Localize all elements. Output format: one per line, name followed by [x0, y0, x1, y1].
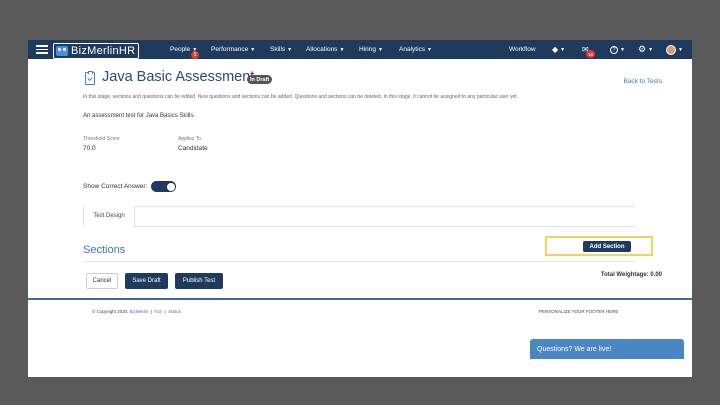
nav-skills[interactable]: Skills ▼: [270, 40, 292, 59]
nav-analytics[interactable]: Analytics ▼: [399, 40, 432, 59]
personalize-footer-text: PERSONALIZE YOUR FOOTER HERE: [539, 309, 619, 314]
layers-menu[interactable]: ◆ ▼: [552, 40, 565, 59]
applies-to-value: Candidate: [178, 145, 208, 152]
layers-icon: ◆: [552, 45, 559, 54]
tos-link[interactable]: ToS: [154, 309, 162, 314]
help-icon: ?: [610, 45, 618, 54]
nav-people-label: People: [170, 46, 191, 53]
clipboard-check-icon: [85, 70, 95, 85]
test-description: An assessment test for Java Basics Skill…: [83, 113, 196, 119]
people-notification-badge: 3: [191, 51, 199, 59]
cancel-button[interactable]: Cancel: [86, 273, 118, 289]
user-menu[interactable]: ▼: [666, 40, 683, 59]
chevron-down-icon: ▼: [377, 46, 383, 53]
nav-analytics-label: Analytics: [399, 46, 426, 53]
logo-icon: [56, 45, 68, 56]
status-badge: In Draft: [247, 75, 273, 84]
brand-name: BizMerlinHR: [71, 44, 136, 57]
threshold-score-label: Threshold Score: [83, 136, 120, 142]
avatar: [666, 44, 676, 55]
live-chat-widget[interactable]: Questions? We are live!: [530, 339, 684, 359]
chevron-down-icon: ▼: [620, 46, 625, 53]
threshold-score-value: 70.0: [83, 145, 96, 152]
tab-test-design[interactable]: Test Design: [83, 206, 135, 226]
chevron-down-icon: ▼: [648, 46, 654, 53]
footer-copyright: © Copyright 2020, BizMerlin | ToS | Stat…: [92, 309, 181, 314]
show-correct-answer-toggle[interactable]: [151, 181, 176, 192]
chevron-down-icon: ▼: [678, 46, 683, 53]
show-correct-answer-label: Show Correct Answer:: [83, 183, 148, 190]
chevron-down-icon: ▼: [427, 46, 432, 53]
page-title: Java Basic Assessment: [102, 69, 255, 85]
hamburger-menu-icon[interactable]: [36, 40, 48, 59]
save-draft-button[interactable]: Save Draft: [125, 273, 168, 289]
nav-allocations-label: Allocations: [306, 46, 338, 53]
total-weightage: Total Weightage: 0.00: [600, 272, 662, 278]
nav-workflow[interactable]: Workflow: [509, 40, 536, 59]
chevron-down-icon: ▼: [287, 46, 293, 53]
top-navbar: BizMerlinHR People ▼ 3 Performance ▼ Skill…: [28, 40, 692, 59]
back-to-tests-link[interactable]: Back to Tests: [623, 78, 662, 85]
nav-workflow-label: Workflow: [509, 46, 536, 53]
brand-logo[interactable]: BizMerlinHR: [53, 42, 140, 59]
nav-hiring[interactable]: Hiring ▼: [359, 40, 383, 59]
settings-menu[interactable]: ⚙ ▼: [638, 40, 653, 59]
applies-to-label: Applies To: [178, 136, 201, 142]
nav-hiring-label: Hiring: [359, 46, 376, 53]
nav-performance-label: Performance: [211, 46, 249, 53]
chevron-down-icon: ▼: [250, 46, 256, 53]
stage-description: In this stage, sections and questions ca…: [83, 94, 518, 100]
nav-allocations[interactable]: Allocations ▼: [306, 40, 344, 59]
footer-separator: |: [150, 309, 152, 314]
chevron-down-icon: ▼: [560, 46, 566, 53]
help-menu[interactable]: ? ▼: [610, 40, 625, 59]
footer-separator: |: [164, 309, 166, 314]
mail-notification-badge: 16: [586, 50, 595, 58]
gear-icon: ⚙: [638, 44, 647, 54]
publish-test-button[interactable]: Publish Test: [175, 273, 223, 289]
tabs-bottom-divider: [133, 226, 635, 227]
add-section-button[interactable]: Add Section: [583, 241, 631, 252]
nav-skills-label: Skills: [270, 46, 286, 53]
sections-divider: [83, 261, 635, 262]
sections-heading: Sections: [83, 244, 126, 256]
nav-performance[interactable]: Performance ▼: [211, 40, 255, 59]
status-link[interactable]: Status: [168, 309, 181, 314]
chevron-down-icon: ▼: [339, 46, 345, 53]
tabs-top-divider: [83, 206, 635, 207]
footer-divider: [28, 298, 692, 300]
company-link[interactable]: BizMerlin: [130, 309, 149, 314]
app-window: BizMerlinHR People ▼ 3 Performance ▼ Skill…: [28, 40, 692, 377]
copyright-text: © Copyright 2020,: [92, 309, 129, 314]
